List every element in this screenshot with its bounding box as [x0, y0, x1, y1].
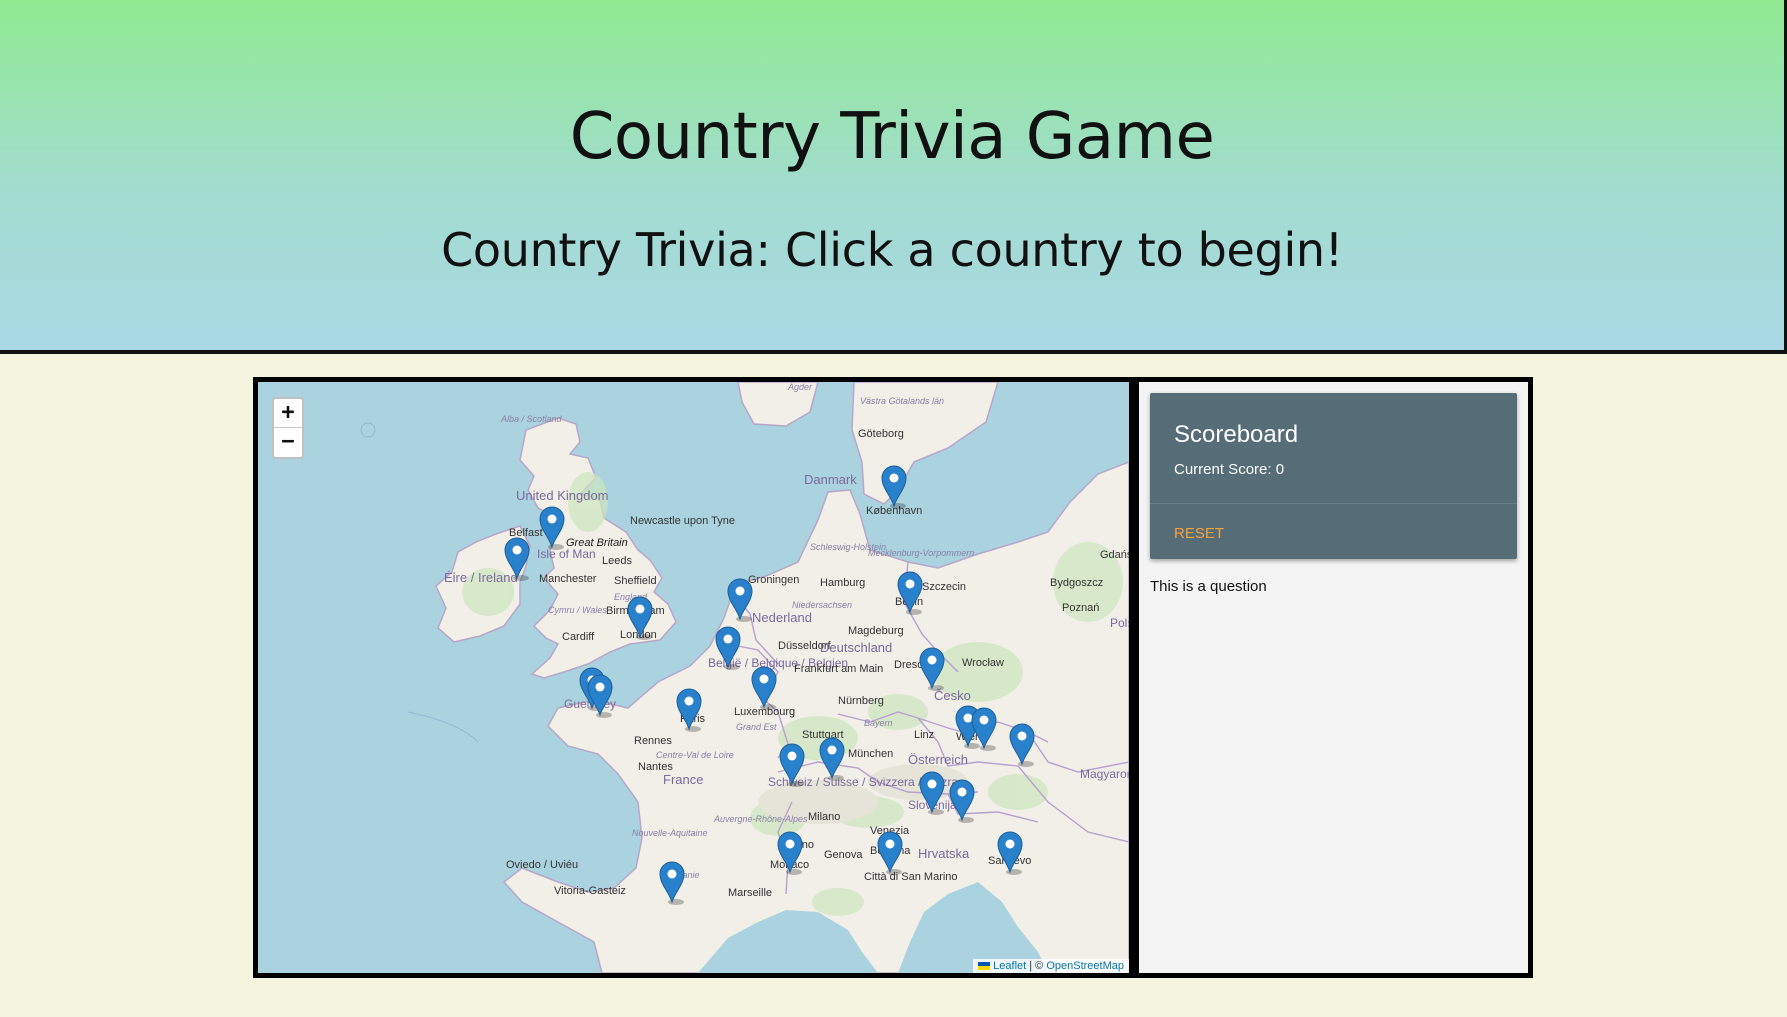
map-label: Newcastle upon Tyne [630, 515, 735, 527]
map-label: Linz [914, 729, 934, 741]
map-label: Manchester [539, 573, 597, 585]
map-label: Niedersachsen [792, 600, 852, 610]
map-label: Polska [1110, 616, 1129, 630]
map-tiles[interactable]: Agder Västra Götalands län Göteborg Alba… [258, 382, 1129, 973]
side-panel: Scoreboard Current Score: 0 RESET This i… [1139, 382, 1528, 973]
map-label: Auvergne-Rhône-Alpes [713, 814, 808, 824]
leaflet-link[interactable]: Leaflet [993, 960, 1026, 972]
map-label: Centre-Val de Loire [656, 750, 734, 760]
map-label: Cymru / Wales [548, 605, 607, 615]
map-label: München [848, 748, 893, 760]
map-label: Göteborg [858, 428, 904, 440]
map-label: Milano [808, 811, 840, 823]
map-label: Danmark [804, 472, 857, 487]
map-label: Oviedo / Uviéu [506, 859, 578, 871]
page-subtitle: Country Trivia: Click a country to begin… [441, 223, 1343, 277]
map-label: Västra Götalands län [860, 396, 944, 406]
map-label: Leeds [602, 555, 632, 567]
map-label: Nederland [752, 610, 812, 625]
scoreboard-card: Scoreboard Current Score: 0 RESET [1150, 393, 1517, 559]
map-label: Bydgoszcz [1050, 577, 1103, 589]
map-label: Isle of Man [537, 547, 596, 561]
map-label: Vitoria-Gasteiz [554, 885, 626, 897]
current-score: Current Score: 0 [1174, 461, 1285, 478]
map-label: Nouvelle-Aquitaine [632, 828, 708, 838]
osm-link[interactable]: OpenStreetMap [1046, 960, 1124, 972]
game-frame: + − Agder Västra Götalands län Göteborg … [253, 377, 1533, 978]
card-divider [1150, 503, 1517, 504]
map-label: Hrvatska [918, 846, 970, 861]
map-label: United Kingdom [516, 488, 609, 503]
map-label: Mecklenburg-Vorpommern [868, 548, 974, 558]
zoom-control: + − [272, 397, 304, 459]
map[interactable]: + − Agder Västra Götalands län Göteborg … [258, 382, 1129, 973]
map-label: Hamburg [820, 577, 865, 589]
map-label: Poznań [1062, 602, 1099, 614]
map-label: Marseille [728, 887, 772, 899]
map-label: Rennes [634, 735, 672, 747]
map-label: Grand Est [736, 722, 777, 732]
map-label: Alba / Scotland [500, 414, 563, 424]
map-label: Nürnberg [838, 695, 884, 707]
map-label: Sheffield [614, 575, 657, 587]
page-header: Country Trivia Game Country Trivia: Clic… [0, 0, 1787, 354]
map-label: Österreich [908, 752, 968, 767]
zoom-out-button[interactable]: − [274, 428, 302, 457]
map-label: Città di San Marino [864, 871, 958, 883]
map-label: Magyarország [1080, 767, 1129, 781]
page-title: Country Trivia Game [569, 100, 1215, 174]
zoom-in-button[interactable]: + [274, 399, 302, 428]
scoreboard-title: Scoreboard [1174, 421, 1299, 448]
map-label: Bayern [864, 718, 893, 728]
map-label: Wrocław [962, 657, 1004, 669]
reset-button[interactable]: RESET [1174, 525, 1224, 542]
map-label: Belfast [509, 527, 543, 539]
map-label: Agder [787, 382, 813, 392]
map-label: Cardiff [562, 631, 595, 643]
attribution-separator: | © [1026, 960, 1047, 972]
map-label: Gdańsk [1100, 549, 1129, 561]
map-label: Éire / Ireland [444, 570, 518, 585]
map-label: Genova [824, 849, 863, 861]
map-label: Frankfurt am Main [794, 663, 883, 675]
map-label: Deutschland [820, 640, 892, 655]
ukraine-flag-icon [978, 962, 991, 970]
map-label: Magdeburg [848, 625, 904, 637]
map-label: Szczecin [922, 581, 966, 593]
map-label: Groningen [748, 574, 799, 586]
map-label: France [663, 772, 703, 787]
question-text: This is a question [1150, 578, 1267, 595]
map-attribution: Leaflet | © OpenStreetMap [973, 959, 1129, 973]
